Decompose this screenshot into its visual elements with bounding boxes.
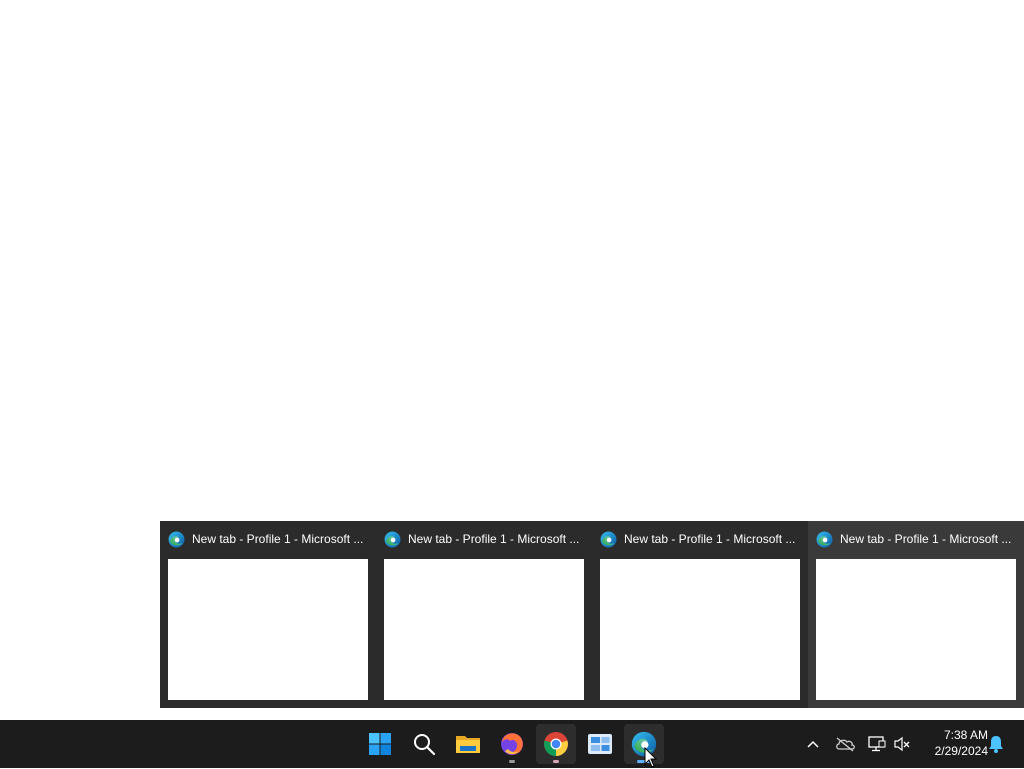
show-hidden-icons-button[interactable] [801,732,825,756]
preview-title: New tab - Profile 1 - Microsoft ... [840,532,1012,546]
speaker-muted-icon [894,736,910,752]
search-icon [414,734,436,756]
preview-title: New tab - Profile 1 - Microsoft ... [408,532,580,546]
mouse-cursor-icon [644,747,658,768]
preview-thumbnail[interactable] [600,559,800,700]
onedrive-tray-button[interactable] [833,732,857,756]
start-button[interactable] [360,724,400,764]
start-icon [369,733,391,755]
firefox-button[interactable] [492,724,532,764]
clock-time: 7:38 AM [943,728,988,742]
file-explorer-icon [456,736,480,753]
network-icon [868,736,886,752]
onedrive-offline-icon [836,737,855,752]
firefox-icon [501,733,523,755]
chrome-icon [544,732,568,757]
file-explorer-button[interactable] [448,724,488,764]
taskbar-thumbnail-previews: New tab - Profile 1 - Microsoft ... New … [160,521,1024,708]
preview-window-3[interactable]: New tab - Profile 1 - Microsoft ... [592,521,808,708]
preview-thumbnail[interactable] [816,559,1016,700]
taskbar [0,720,1024,768]
edge-icon [384,531,401,547]
chrome-button[interactable] [536,724,576,764]
widgets-button[interactable] [580,724,620,764]
preview-thumbnail[interactable] [168,559,368,700]
preview-window-1[interactable]: New tab - Profile 1 - Microsoft ... [160,521,376,708]
clock[interactable]: 7:38 AM 2/29/2024 [918,727,988,759]
preview-title: New tab - Profile 1 - Microsoft ... [624,532,796,546]
chevron-up-icon [807,740,819,748]
preview-title: New tab - Profile 1 - Microsoft ... [192,532,364,546]
running-indicator [553,760,559,763]
preview-window-4[interactable]: New tab - Profile 1 - Microsoft ... [808,521,1024,708]
widgets-icon [588,734,612,754]
edge-icon [816,531,833,547]
network-tray-button[interactable] [865,732,889,756]
search-button[interactable] [404,724,444,764]
running-indicator [509,760,515,763]
volume-tray-button[interactable] [890,732,914,756]
notification-bell-icon [989,736,1003,753]
edge-icon [600,531,617,547]
preview-window-2[interactable]: New tab - Profile 1 - Microsoft ... [376,521,592,708]
clock-date: 2/29/2024 [934,744,988,758]
preview-thumbnail[interactable] [384,559,584,700]
edge-icon [168,531,185,547]
